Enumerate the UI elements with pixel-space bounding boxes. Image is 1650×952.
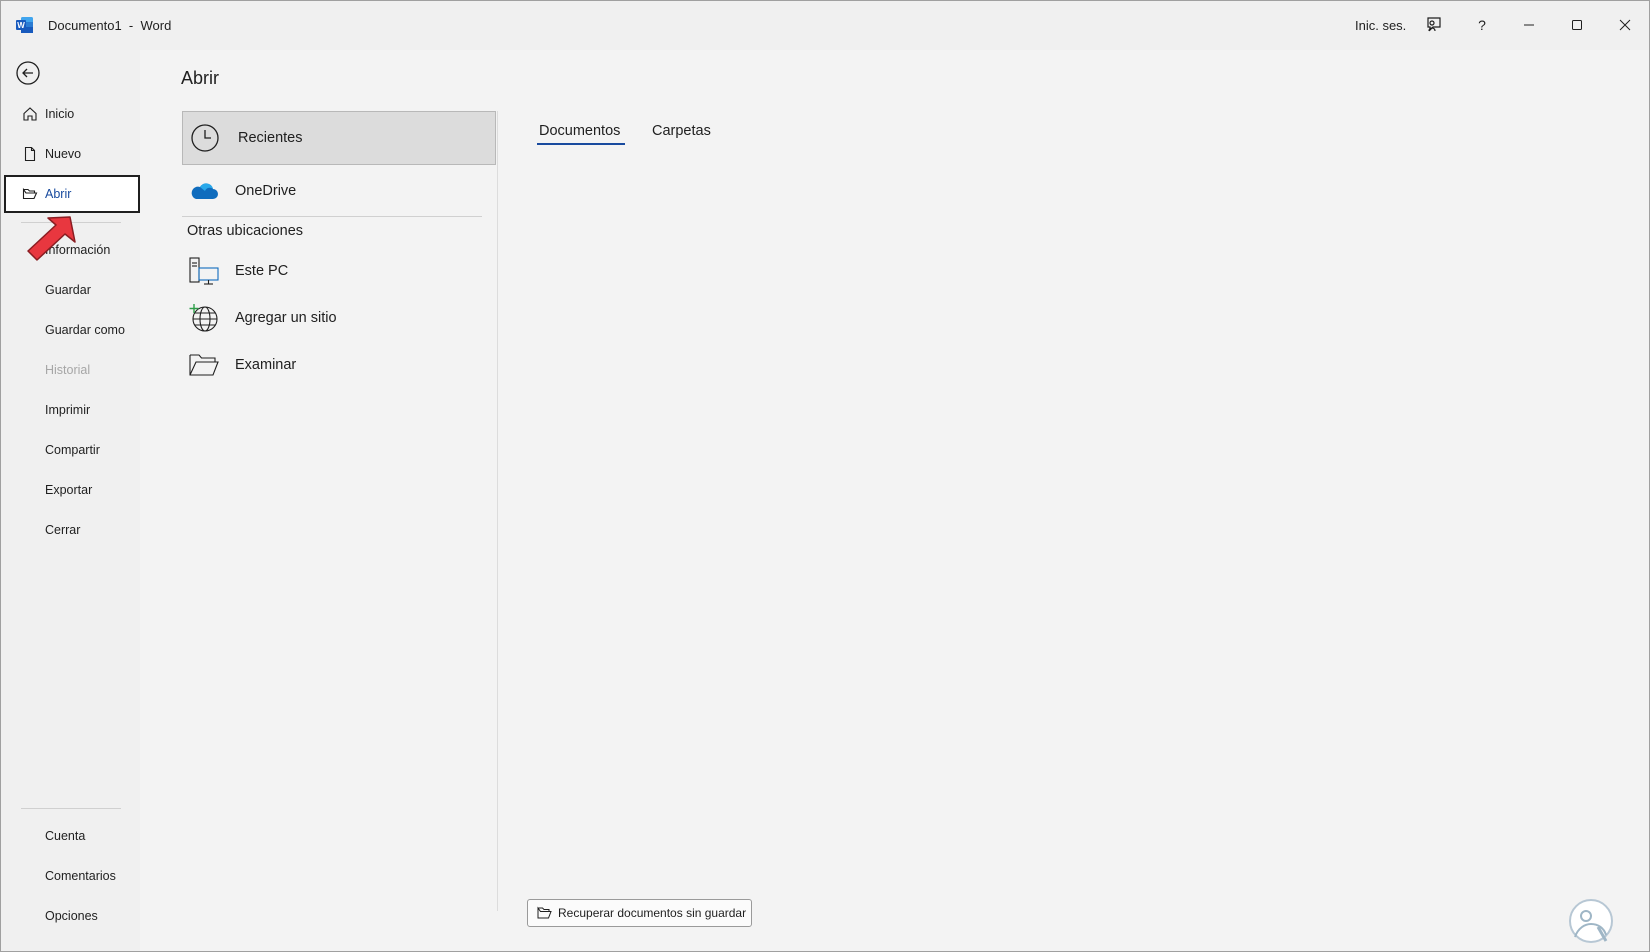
- open-folder-icon: [22, 187, 38, 200]
- nav-item-label: Compartir: [45, 443, 100, 457]
- onedrive-icon: [191, 183, 218, 199]
- watermark-logo: [1569, 899, 1613, 943]
- help-button[interactable]: ?: [1462, 10, 1502, 40]
- maximize-button[interactable]: [1557, 10, 1597, 40]
- nav-item-label: Guardar: [45, 283, 91, 297]
- nav-item-label: Comentarios: [45, 869, 116, 883]
- tab-carpetas[interactable]: Carpetas: [652, 123, 711, 139]
- nav-item-label: Inicio: [45, 107, 75, 121]
- nav-item-cerrar[interactable]: Cerrar: [4, 511, 140, 549]
- location-onedrive[interactable]: OneDrive: [182, 167, 496, 215]
- nav-item-opciones[interactable]: Opciones: [4, 897, 140, 935]
- tab-documentos[interactable]: Documentos: [539, 123, 620, 139]
- nav-item-compartir[interactable]: Compartir: [4, 431, 140, 469]
- coauthoring-button[interactable]: [1414, 10, 1454, 40]
- open-folder-icon: [537, 906, 552, 919]
- nav-item-label: Opciones: [45, 909, 98, 923]
- recover-button-label: Recuperar documentos sin guardar: [558, 906, 747, 920]
- word-icon: W: [16, 17, 33, 33]
- location-este-pc[interactable]: Este PC: [182, 247, 496, 295]
- page-title: Abrir: [181, 68, 220, 88]
- location-label: OneDrive: [235, 183, 297, 199]
- folder-icon: [189, 354, 219, 376]
- location-recientes[interactable]: Recientes: [182, 111, 496, 165]
- nav-item-guardar[interactable]: Guardar: [4, 271, 140, 309]
- svg-text:W: W: [17, 21, 25, 30]
- nav-item-comentarios[interactable]: Comentarios: [4, 857, 140, 895]
- location-label: Agregar un sitio: [235, 310, 337, 326]
- title-bar: W Documento1 - Word Inic. ses. ?: [0, 0, 1650, 50]
- location-examinar[interactable]: Examinar: [182, 341, 496, 389]
- nav-item-label: Cuenta: [45, 829, 86, 843]
- minimize-button[interactable]: [1509, 10, 1549, 40]
- help-icon: ?: [1478, 17, 1486, 33]
- nav-item-historial: Historial: [4, 351, 140, 389]
- nav-divider: [21, 808, 121, 809]
- column-divider: [497, 111, 498, 911]
- tab-active-indicator: [537, 143, 625, 145]
- nav-item-label: Exportar: [45, 483, 93, 497]
- location-label: Recientes: [238, 130, 303, 146]
- nav-item-label: Imprimir: [45, 403, 91, 417]
- nav-item-abrir[interactable]: Abrir: [4, 175, 140, 213]
- nav-item-label: Guardar como: [45, 323, 125, 337]
- minimize-icon: [1524, 24, 1534, 26]
- maximize-icon: [1572, 20, 1582, 30]
- other-locations-header: Otras ubicaciones: [187, 223, 304, 239]
- location-label: Examinar: [235, 357, 297, 373]
- new-document-icon: [24, 146, 36, 162]
- nav-item-label: Abrir: [45, 187, 72, 201]
- backstage-nav: Inicio Nuevo Abrir Información Guardar G…: [0, 50, 140, 952]
- close-icon: [1619, 19, 1631, 31]
- nav-item-label: Historial: [45, 363, 91, 377]
- recover-unsaved-documents-button[interactable]: Recuperar documentos sin guardar: [527, 899, 752, 927]
- nav-item-cuenta[interactable]: Cuenta: [4, 817, 140, 855]
- clock-icon: [191, 124, 219, 152]
- nav-item-label: Nuevo: [45, 147, 82, 161]
- location-label[interactable]: Este PC: [235, 263, 288, 279]
- back-arrow-icon: [16, 61, 40, 85]
- nav-item-inicio[interactable]: Inicio: [4, 95, 140, 133]
- close-button[interactable]: [1605, 10, 1645, 40]
- annotation-arrow-icon: [27, 216, 76, 261]
- locations-divider: [182, 216, 482, 217]
- window-title: Documento1 - Word: [48, 18, 172, 33]
- signin-link[interactable]: Inic. ses.: [1355, 18, 1406, 33]
- nav-item-imprimir[interactable]: Imprimir: [4, 391, 140, 429]
- coauthoring-icon: [1427, 17, 1441, 32]
- computer-icon: [189, 257, 219, 285]
- globe-add-icon: [189, 304, 218, 332]
- nav-item-exportar[interactable]: Exportar: [4, 471, 140, 509]
- location-agregar-sitio[interactable]: Agregar un sitio: [182, 294, 496, 342]
- nav-item-label: Cerrar: [45, 523, 81, 537]
- nav-item-guardar-como[interactable]: Guardar como: [4, 311, 140, 349]
- home-icon: [23, 107, 37, 121]
- back-button[interactable]: [14, 59, 42, 87]
- nav-item-nuevo[interactable]: Nuevo: [4, 135, 140, 173]
